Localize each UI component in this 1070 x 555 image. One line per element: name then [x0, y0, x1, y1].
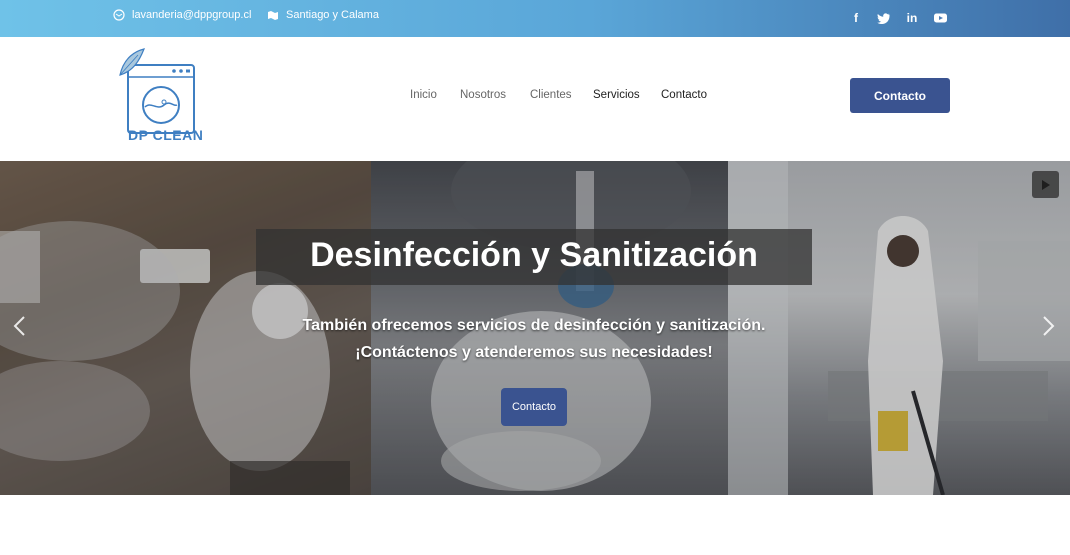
nav-item-servicios[interactable]: Servicios	[593, 89, 640, 101]
hero-slider: Desinfección y Sanitización También ofre…	[0, 161, 1070, 495]
email-text: lavanderia@dppgroup.cl	[132, 9, 252, 21]
location-contact: Santiago y Calama	[267, 9, 379, 21]
chevron-right-icon[interactable]	[1042, 313, 1056, 344]
logo-text: DP CLEAN	[128, 127, 204, 143]
top-bar: lavanderia@dppgroup.cl Santiago y Calama…	[0, 0, 1070, 37]
hero-subtitle-line-2: ¡Contáctenos y atenderemos sus necesidad…	[355, 344, 713, 361]
play-icon[interactable]	[1032, 171, 1059, 198]
linkedin-icon[interactable]: in	[904, 10, 920, 26]
nav-item-nosotros[interactable]: Nosotros	[460, 89, 506, 101]
map-icon	[268, 11, 278, 20]
nav-item-inicio[interactable]: Inicio	[410, 89, 437, 101]
contact-button[interactable]: Contacto	[850, 78, 950, 113]
hero-contact-button[interactable]: Contacto	[501, 388, 567, 426]
hero-subtitle-line-1: También ofrecemos servicios de desinfecc…	[302, 317, 766, 334]
facebook-icon[interactable]: f	[848, 10, 864, 26]
hero-subtitle: También ofrecemos servicios de desinfecc…	[200, 312, 868, 366]
youtube-icon[interactable]	[932, 10, 948, 26]
site-header: DP CLEAN Inicio Nosotros Clientes Servic…	[0, 37, 1070, 161]
envelope-icon	[113, 9, 125, 21]
nav-item-contacto[interactable]: Contacto	[661, 89, 707, 101]
location-text: Santiago y Calama	[286, 9, 379, 21]
twitter-icon[interactable]	[875, 10, 891, 26]
chevron-left-icon[interactable]	[12, 313, 26, 344]
nav-item-clientes[interactable]: Clientes	[530, 89, 572, 101]
email-contact[interactable]: lavanderia@dppgroup.cl	[113, 9, 251, 21]
hero-title: Desinfección y Sanitización	[310, 236, 758, 274]
